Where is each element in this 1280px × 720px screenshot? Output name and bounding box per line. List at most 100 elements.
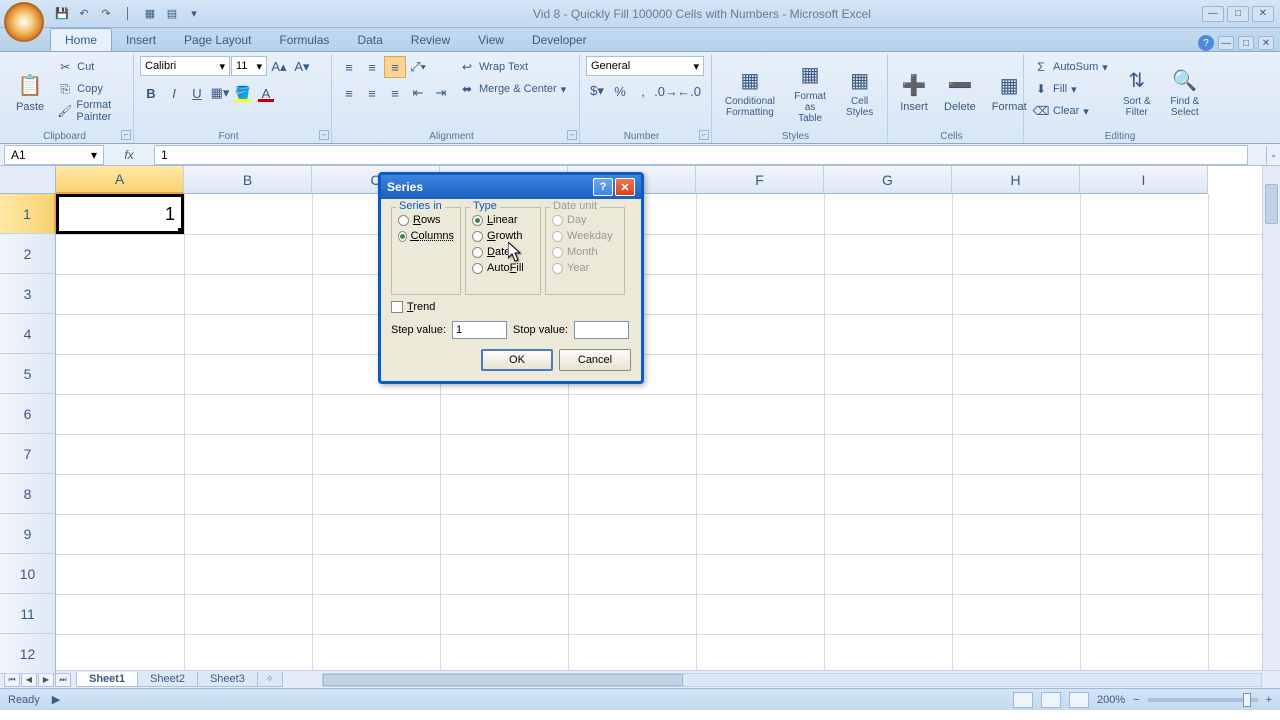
stop-value-input[interactable]	[574, 321, 629, 339]
row-header-3[interactable]: 3	[0, 274, 56, 314]
copy-button[interactable]: ⎘Copy	[54, 78, 127, 100]
fill-button[interactable]: ⬇Fill ▾	[1030, 78, 1111, 100]
row-header-9[interactable]: 9	[0, 514, 56, 554]
zoom-in-button[interactable]: +	[1266, 694, 1272, 706]
tab-view[interactable]: View	[464, 29, 518, 51]
underline-button[interactable]: U	[186, 82, 208, 104]
formula-bar-expand-icon[interactable]: ⌄	[1266, 146, 1280, 164]
clear-button[interactable]: ⌫Clear ▾	[1030, 100, 1111, 122]
wrap-text-button[interactable]: ↩Wrap Text	[456, 56, 569, 78]
page-layout-view-button[interactable]	[1041, 692, 1061, 708]
cut-button[interactable]: ✂Cut	[54, 56, 127, 78]
align-middle-button[interactable]: ≡	[361, 56, 383, 78]
align-center-button[interactable]: ≡	[361, 82, 383, 104]
currency-button[interactable]: $▾	[586, 80, 608, 102]
tab-formulas[interactable]: Formulas	[265, 29, 343, 51]
rows-radio[interactable]: Rows	[398, 212, 454, 228]
orientation-button[interactable]: ⤢▾	[407, 56, 429, 78]
columns-radio[interactable]: Columns	[398, 228, 454, 244]
zoom-thumb[interactable]	[1243, 693, 1251, 707]
active-cell[interactable]: 1	[56, 194, 184, 234]
select-all-corner[interactable]	[0, 166, 56, 194]
number-expand-icon[interactable]: ⌐	[699, 130, 709, 140]
vscroll-thumb[interactable]	[1265, 184, 1278, 224]
comma-button[interactable]: ,	[632, 80, 654, 102]
col-header-i[interactable]: I	[1080, 166, 1208, 194]
tab-data[interactable]: Data	[343, 29, 396, 51]
tab-page-layout[interactable]: Page Layout	[170, 29, 265, 51]
grow-font-button[interactable]: A▴	[268, 56, 290, 78]
decrease-indent-button[interactable]: ⇤	[407, 82, 429, 104]
normal-view-button[interactable]	[1013, 692, 1033, 708]
insert-cells-button[interactable]: ➕Insert	[894, 56, 934, 128]
macro-record-icon[interactable]: ▶	[52, 693, 60, 706]
col-header-h[interactable]: H	[952, 166, 1080, 194]
italic-button[interactable]: I	[163, 82, 185, 104]
horizontal-scrollbar[interactable]	[322, 673, 1262, 687]
border-button[interactable]: ▦▾	[209, 82, 231, 104]
row-header-7[interactable]: 7	[0, 434, 56, 474]
row-header-4[interactable]: 4	[0, 314, 56, 354]
office-button[interactable]	[4, 2, 44, 42]
percent-button[interactable]: %	[609, 80, 631, 102]
increase-indent-button[interactable]: ⇥	[430, 82, 452, 104]
row-header-10[interactable]: 10	[0, 554, 56, 594]
ribbon-restore-button[interactable]: □	[1238, 36, 1254, 50]
ok-button[interactable]: OK	[481, 349, 553, 371]
merge-center-button[interactable]: ⬌Merge & Center ▾	[456, 78, 569, 100]
fx-icon[interactable]: fx	[119, 145, 139, 165]
clipboard-expand-icon[interactable]: ⌐	[121, 130, 131, 140]
font-name-select[interactable]: Calibri▾	[140, 56, 230, 76]
format-painter-button[interactable]: 🖌Format Painter	[54, 100, 127, 122]
fill-color-button[interactable]: 🪣	[232, 82, 254, 104]
zoom-level[interactable]: 200%	[1097, 694, 1125, 706]
row-header-12[interactable]: 12	[0, 634, 56, 674]
maximize-button[interactable]: □	[1227, 6, 1249, 22]
sheet-nav-last-icon[interactable]: ⏭	[55, 673, 71, 687]
row-header-1[interactable]: 1	[0, 194, 56, 234]
help-icon[interactable]: ?	[1198, 35, 1214, 51]
row-header-11[interactable]: 11	[0, 594, 56, 634]
ribbon-close-button[interactable]: ✕	[1258, 36, 1274, 50]
alignment-expand-icon[interactable]: ⌐	[567, 130, 577, 140]
tab-developer[interactable]: Developer	[518, 29, 601, 51]
sheet-tab-3[interactable]: Sheet3	[197, 672, 258, 687]
font-color-button[interactable]: A	[255, 82, 277, 104]
minimize-button[interactable]: —	[1202, 6, 1224, 22]
hscroll-thumb[interactable]	[323, 674, 683, 686]
sheet-tab-2[interactable]: Sheet2	[137, 672, 198, 687]
trend-checkbox[interactable]: Trend	[391, 301, 631, 313]
autosum-button[interactable]: ΣAutoSum ▾	[1030, 56, 1111, 78]
vertical-scrollbar[interactable]	[1262, 166, 1280, 670]
ribbon-minimize-button[interactable]: —	[1218, 36, 1234, 50]
tab-home[interactable]: Home	[50, 28, 112, 51]
sheet-nav-next-icon[interactable]: ▶	[38, 673, 54, 687]
sheet-nav-prev-icon[interactable]: ◀	[21, 673, 37, 687]
name-box[interactable]: A1▾	[4, 145, 104, 165]
tab-review[interactable]: Review	[397, 29, 464, 51]
col-header-f[interactable]: F	[696, 166, 824, 194]
redo-icon[interactable]: ↷	[98, 6, 114, 22]
dialog-help-button[interactable]: ?	[593, 178, 613, 196]
cell-styles-button[interactable]: ▦Cell Styles	[838, 56, 881, 128]
font-size-select[interactable]: 11▾	[231, 56, 267, 76]
conditional-formatting-button[interactable]: ▦Conditional Formatting	[718, 56, 782, 128]
autofill-radio[interactable]: AutoFill	[472, 260, 534, 276]
close-button[interactable]: ✕	[1252, 6, 1274, 22]
date-radio[interactable]: Date	[472, 244, 534, 260]
growth-radio[interactable]: Growth	[472, 228, 534, 244]
find-select-button[interactable]: 🔍Find & Select	[1163, 56, 1207, 128]
fill-handle[interactable]	[178, 228, 184, 234]
align-top-button[interactable]: ≡	[338, 56, 360, 78]
sheet-tab-1[interactable]: Sheet1	[76, 672, 138, 687]
row-header-2[interactable]: 2	[0, 234, 56, 274]
qat-custom-2-icon[interactable]: ▤	[164, 6, 180, 22]
number-format-select[interactable]: General▾	[586, 56, 704, 76]
align-right-button[interactable]: ≡	[384, 82, 406, 104]
dialog-titlebar[interactable]: Series ? ✕	[381, 175, 641, 199]
zoom-out-button[interactable]: −	[1133, 694, 1139, 706]
format-as-table-button[interactable]: ▦Format as Table	[786, 56, 834, 128]
row-header-8[interactable]: 8	[0, 474, 56, 514]
page-break-view-button[interactable]	[1069, 692, 1089, 708]
align-bottom-button[interactable]: ≡	[384, 56, 406, 78]
